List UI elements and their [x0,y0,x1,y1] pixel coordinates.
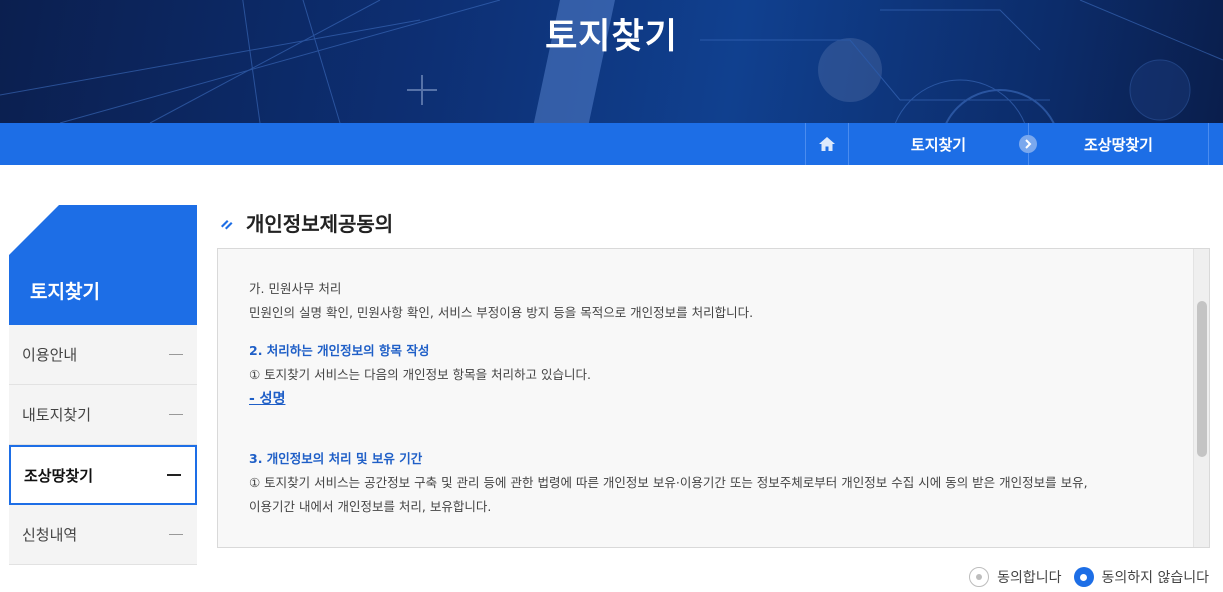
terms-p1-head: 가. 민원사무 처리 [249,281,342,296]
terms-p3-body1: ① 토지찾기 서비스는 공간정보 구축 및 관리 등에 관한 법령에 따른 개인… [249,475,1088,490]
consent-radio-group: 동의합니다 동의하지 않습니다 [957,567,1209,587]
sidebar-item-label: 이용안내 [22,346,78,364]
terms-p3-head: 3. 개인정보의 처리 및 보유 기간 [249,451,423,466]
minus-icon [167,474,181,476]
terms-p1-body: 민원인의 실명 확인, 민원사항 확인, 서비스 부정이용 방지 등을 목적으로… [249,305,754,320]
home-icon [819,137,835,151]
breadcrumb: 토지찾기 조상땅찾기 [0,123,1223,165]
radio-checked-icon[interactable] [1073,567,1094,587]
sidebar-item-label: 내토지찾기 [22,406,92,424]
sidebar-item-history[interactable]: 신청내역 [9,505,197,565]
breadcrumb-item-ancestor-land[interactable]: 조상땅찾기 [1029,123,1209,165]
terms-p2-head: 2. 처리하는 개인정보의 항목 작성 [249,343,430,358]
minus-icon [169,414,183,415]
terms-box[interactable]: 가. 민원사무 처리 민원인의 실명 확인, 민원사항 확인, 서비스 부정이용… [217,248,1210,548]
minus-icon [169,354,183,355]
chevron-right-icon [1019,135,1037,153]
sidebar-header: 토지찾기 [9,205,197,325]
breadcrumb-home[interactable] [805,123,849,165]
agree-label: 동의합니다 [997,570,1062,586]
disagree-label: 동의하지 않습니다 [1101,570,1210,586]
sidebar-item-label: 조상땅찾기 [24,466,94,485]
agree-radio[interactable]: 동의합니다 [969,567,1062,587]
sidebar-title: 토지찾기 [30,281,100,303]
page-banner: 토지찾기 [0,0,1223,123]
sidebar-item-my-land[interactable]: 내토지찾기 [9,385,197,445]
sidebar-item-label: 신청내역 [22,526,78,544]
sidebar-item-guide[interactable]: 이용안내 [9,325,197,385]
scrollbar-thumb[interactable] [1197,301,1207,457]
sidebar-item-ancestor-land[interactable]: 조상땅찾기 [9,445,197,505]
breadcrumb-item-land-search[interactable]: 토지찾기 [849,123,1029,165]
page-title: 개인정보제공동의 [246,212,394,236]
section-marker-icon [221,219,233,229]
terms-p2-body: ① 토지찾기 서비스는 다음의 개인정보 항목을 처리하고 있습니다. [249,367,591,382]
banner-title: 토지찾기 [545,17,678,57]
section-title-row: 개인정보제공동의 [218,208,393,237]
disagree-radio[interactable]: 동의하지 않습니다 [1073,567,1210,587]
terms-p3-body2: 이용기간 내에서 개인정보를 처리, 보유합니다. [249,499,492,514]
sidebar-menu: 이용안내 내토지찾기 조상땅찾기 신청내역 [9,325,197,565]
terms-name-link[interactable]: - 성명 [249,391,285,407]
minus-icon [169,534,183,535]
terms-scrollbar[interactable] [1193,249,1209,547]
radio-unchecked-icon[interactable] [969,567,990,587]
terms-content: 가. 민원사무 처리 민원인의 실명 확인, 민원사항 확인, 서비스 부정이용… [249,277,1179,519]
